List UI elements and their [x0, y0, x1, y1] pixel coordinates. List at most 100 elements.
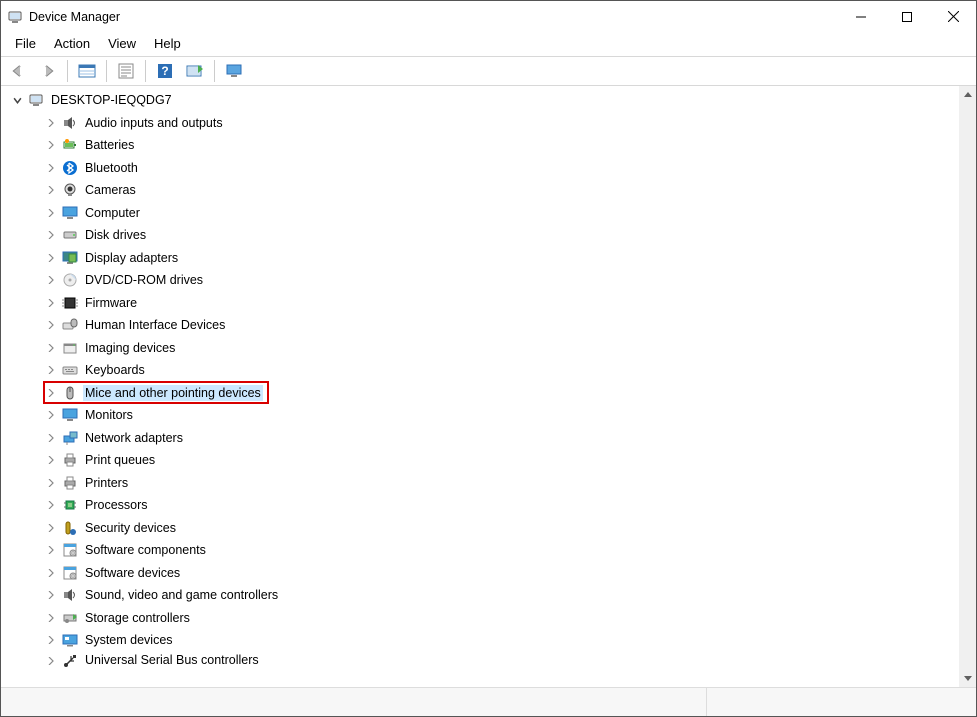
- expand-twisty-icon[interactable]: [47, 569, 59, 577]
- tree-item-label: Display adapters: [83, 250, 180, 266]
- expand-twisty-icon[interactable]: [47, 231, 59, 239]
- storage-icon: [61, 609, 79, 627]
- battery-icon: [61, 136, 79, 154]
- device-manager-window: Device Manager File Action View Help: [0, 0, 977, 717]
- imaging-icon: [61, 339, 79, 357]
- scan-hardware-button[interactable]: [182, 59, 208, 83]
- tree-item-label: Disk drives: [83, 227, 148, 243]
- expand-twisty-icon[interactable]: [47, 411, 59, 419]
- help-button[interactable]: ?: [152, 59, 178, 83]
- expand-twisty-icon[interactable]: [47, 614, 59, 622]
- expand-twisty-icon[interactable]: [47, 636, 59, 644]
- tree-item-label: Firmware: [83, 295, 139, 311]
- tree-item-human-interface-devices[interactable]: Human Interface Devices: [5, 314, 959, 337]
- tree-item-print-queues[interactable]: Print queues: [5, 449, 959, 472]
- tree-item-label: Monitors: [83, 407, 135, 423]
- expand-twisty-icon[interactable]: [47, 141, 59, 149]
- tree-item-system-devices[interactable]: System devices: [5, 629, 959, 652]
- menu-file[interactable]: File: [7, 34, 44, 53]
- monitor-button[interactable]: [221, 59, 247, 83]
- display-icon: [61, 249, 79, 267]
- tree-item-disk-drives[interactable]: Disk drives: [5, 224, 959, 247]
- tree-item-label: DVD/CD-ROM drives: [83, 272, 205, 288]
- expand-twisty-icon[interactable]: [47, 456, 59, 464]
- expand-twisty-icon[interactable]: [47, 524, 59, 532]
- menu-action[interactable]: Action: [46, 34, 98, 53]
- tree-item-label: Cameras: [83, 182, 138, 198]
- menu-view[interactable]: View: [100, 34, 144, 53]
- tree-item-label: Software components: [83, 542, 208, 558]
- tree-item-audio-inputs-and-outputs[interactable]: Audio inputs and outputs: [5, 112, 959, 135]
- toolbar-separator: [145, 60, 146, 82]
- tree-item-monitors[interactable]: Monitors: [5, 404, 959, 427]
- tree-item-software-components[interactable]: Software components: [5, 539, 959, 562]
- menu-help[interactable]: Help: [146, 34, 189, 53]
- expand-twisty-icon[interactable]: [47, 434, 59, 442]
- expand-twisty-icon[interactable]: [47, 321, 59, 329]
- expand-twisty-icon[interactable]: [13, 96, 25, 105]
- tree-item-security-devices[interactable]: Security devices: [5, 517, 959, 540]
- mouse-icon: [61, 384, 79, 402]
- scroll-down-arrow[interactable]: [959, 670, 976, 687]
- show-hide-tree-button[interactable]: [74, 59, 100, 83]
- tree-item-label: Sound, video and game controllers: [83, 587, 280, 603]
- tree-item-bluetooth[interactable]: Bluetooth: [5, 157, 959, 180]
- expand-twisty-icon[interactable]: [47, 186, 59, 194]
- expand-twisty-icon[interactable]: [47, 119, 59, 127]
- expand-twisty-icon[interactable]: [47, 591, 59, 599]
- expand-twisty-icon[interactable]: [47, 344, 59, 352]
- expand-twisty-icon[interactable]: [47, 389, 59, 397]
- expand-twisty-icon[interactable]: [47, 657, 59, 665]
- tree-item-label: System devices: [83, 632, 175, 648]
- expand-twisty-icon[interactable]: [47, 254, 59, 262]
- tree-item-batteries[interactable]: Batteries: [5, 134, 959, 157]
- forward-button[interactable]: [35, 59, 61, 83]
- tree-item-mice-and-other-pointing-devices[interactable]: Mice and other pointing devices: [5, 382, 959, 405]
- camera-icon: [61, 181, 79, 199]
- expand-twisty-icon[interactable]: [47, 209, 59, 217]
- tree-item-label: Security devices: [83, 520, 178, 536]
- tree-item-software-devices[interactable]: Software devices: [5, 562, 959, 585]
- tree-item-keyboards[interactable]: Keyboards: [5, 359, 959, 382]
- tree-item-imaging-devices[interactable]: Imaging devices: [5, 337, 959, 360]
- back-button[interactable]: [5, 59, 31, 83]
- close-button[interactable]: [930, 1, 976, 32]
- tree-item-firmware[interactable]: Firmware: [5, 292, 959, 315]
- dvd-icon: [61, 271, 79, 289]
- expand-twisty-icon[interactable]: [47, 276, 59, 284]
- tree-item-label: Printers: [83, 475, 130, 491]
- scroll-up-arrow[interactable]: [959, 86, 976, 103]
- tree-item-storage-controllers[interactable]: Storage controllers: [5, 607, 959, 630]
- tree-item-computer[interactable]: Computer: [5, 202, 959, 225]
- tree-view: DESKTOP-IEQQDG7 Audio inputs and outputs B…: [1, 86, 976, 687]
- minimize-button[interactable]: [838, 1, 884, 32]
- tree-item-display-adapters[interactable]: Display adapters: [5, 247, 959, 270]
- expand-twisty-icon[interactable]: [47, 366, 59, 374]
- printer-icon: [61, 451, 79, 469]
- software-icon: [61, 564, 79, 582]
- usb-icon: [61, 652, 79, 670]
- firmware-icon: [61, 294, 79, 312]
- maximize-button[interactable]: [884, 1, 930, 32]
- expand-twisty-icon[interactable]: [47, 164, 59, 172]
- expand-twisty-icon[interactable]: [47, 479, 59, 487]
- tree-item-label: Bluetooth: [83, 160, 140, 176]
- tree-item-universal-serial-bus-controllers[interactable]: Universal Serial Bus controllers: [5, 652, 959, 670]
- tree-item-label: Batteries: [83, 137, 136, 153]
- tree-item-sound-video-and-game-controllers[interactable]: Sound, video and game controllers: [5, 584, 959, 607]
- tree-item-processors[interactable]: Processors: [5, 494, 959, 517]
- expand-twisty-icon[interactable]: [47, 299, 59, 307]
- tree-root-label: DESKTOP-IEQQDG7: [49, 92, 174, 108]
- vertical-scrollbar[interactable]: [959, 86, 976, 687]
- app-icon: [7, 9, 23, 25]
- tree-item-dvd-cd-rom-drives[interactable]: DVD/CD-ROM drives: [5, 269, 959, 292]
- expand-twisty-icon[interactable]: [47, 501, 59, 509]
- tree-item-network-adapters[interactable]: Network adapters: [5, 427, 959, 450]
- tree-item-cameras[interactable]: Cameras: [5, 179, 959, 202]
- tree-item-printers[interactable]: Printers: [5, 472, 959, 495]
- expand-twisty-icon[interactable]: [47, 546, 59, 554]
- audio-icon: [61, 586, 79, 604]
- properties-button[interactable]: [113, 59, 139, 83]
- toolbar-separator: [67, 60, 68, 82]
- tree-root[interactable]: DESKTOP-IEQQDG7: [5, 89, 959, 112]
